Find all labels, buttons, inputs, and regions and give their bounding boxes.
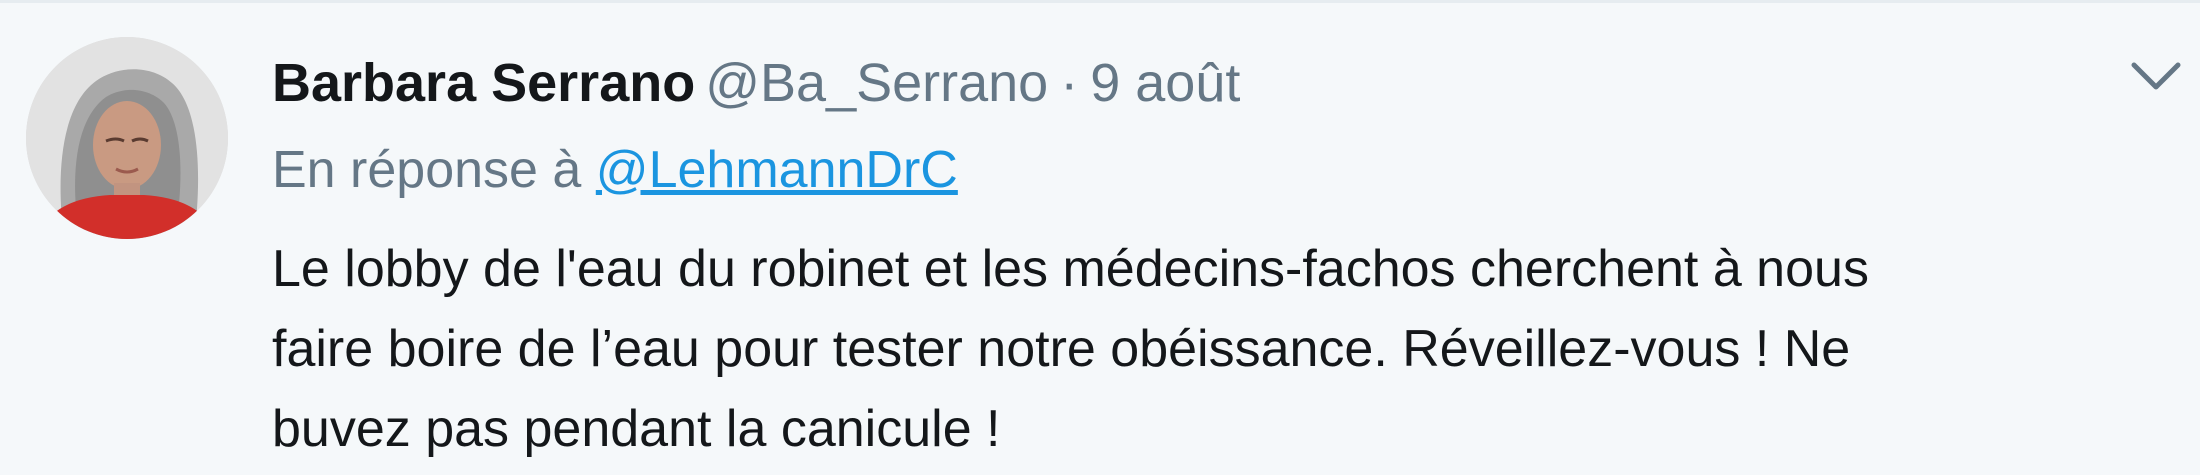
reply-prefix: En réponse à [272,141,582,199]
tweet-date[interactable]: 9 août [1090,53,1240,113]
tweet-text-line: buvez pas pendant la canicule ! [272,400,1001,458]
reply-context: En réponse à @LehmannDrC [272,139,958,201]
tweet-header: Barbara Serrano @Ba_Serrano · 9 août [272,51,1240,115]
author-name[interactable]: Barbara Serrano [272,53,695,113]
avatar-photo [26,37,228,239]
avatar[interactable] [26,37,228,239]
chevron-down-icon[interactable] [2128,55,2184,99]
tweet-text: Le lobby de l'eau du robinet et les méde… [272,229,2152,469]
reply-to-link[interactable]: @LehmannDrC [596,141,958,199]
tweet-card[interactable]: Barbara Serrano @Ba_Serrano · 9 août En rép… [0,0,2200,475]
tweet-text-line: faire boire de l’eau pour tester notre o… [272,320,1851,378]
author-handle[interactable]: @Ba_Serrano [705,53,1048,113]
separator-dot: · [1060,53,1079,113]
tweet-text-line: Le lobby de l'eau du robinet et les méde… [272,240,1869,298]
